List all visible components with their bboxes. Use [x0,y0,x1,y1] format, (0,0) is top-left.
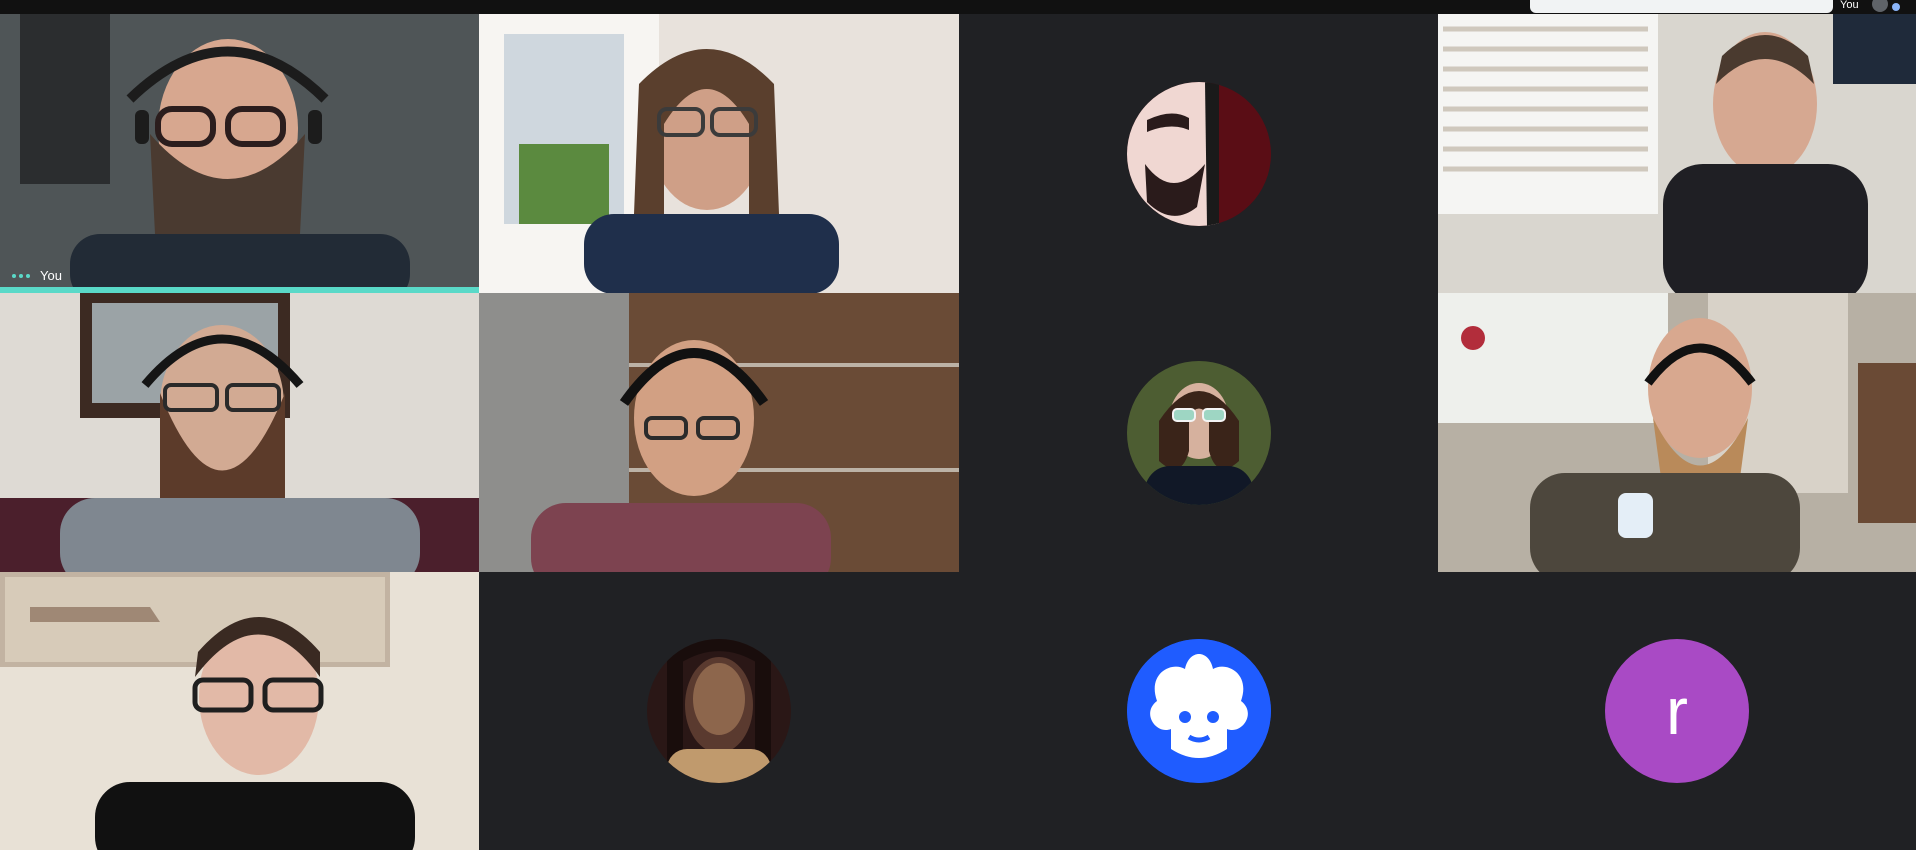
avatar-initial: r [1666,674,1688,748]
participant-tile-3[interactable] [959,14,1438,293]
video-scene [1438,293,1916,572]
self-preview-avatar-icon [1872,0,1888,12]
self-name-label: You [40,268,62,283]
participant-tile-self[interactable]: You [0,14,479,293]
more-horiz-icon[interactable] [12,273,30,278]
status-dot-icon [1892,3,1900,11]
participant-tile-4[interactable] [1438,14,1916,293]
video-scene [1438,14,1916,293]
participant-tile-10[interactable] [479,572,959,850]
video-scene [479,293,959,572]
participant-tile-5[interactable] [0,293,479,572]
avatar [1126,360,1271,505]
participant-tile-12[interactable]: r [1438,572,1916,850]
self-label-overlay: You [12,268,62,283]
video-scene [479,14,959,293]
participant-grid: You r [0,14,1916,850]
participant-tile-7[interactable] [959,293,1438,572]
participant-tile-2[interactable] [479,14,959,293]
participant-tile-8[interactable] [1438,293,1916,572]
video-scene [0,572,479,850]
video-scene [0,293,479,572]
self-preview-label: You [1840,0,1859,11]
avatar [1126,81,1271,226]
self-preview[interactable]: You [1834,0,1916,13]
participant-tile-9[interactable] [0,572,479,850]
participant-tile-11[interactable] [959,572,1438,850]
avatar [647,639,791,783]
toolbar-pill[interactable] [1530,0,1833,13]
participant-tile-6[interactable] [479,293,959,572]
video-scene [0,14,479,293]
avatar: r [1605,639,1749,783]
avatar [1126,639,1271,783]
